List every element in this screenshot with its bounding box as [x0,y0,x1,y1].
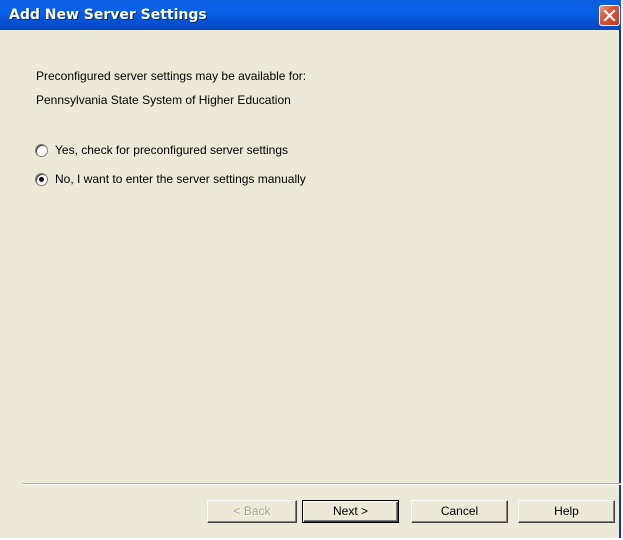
help-button[interactable]: Help [518,500,615,523]
radio-button-no[interactable] [35,173,48,186]
title-bar[interactable]: Add New Server Settings [0,0,621,30]
button-area-divider [23,483,621,485]
back-button[interactable]: < Back [207,500,297,523]
intro-line-1: Preconfigured server settings may be ava… [36,69,307,83]
dialog-body: Preconfigured server settings may be ava… [0,30,621,538]
intro-line-2: Pennsylvania State System of Higher Educ… [36,93,291,107]
radio-button-yes[interactable] [35,144,48,157]
window-title: Add New Server Settings [9,7,207,23]
radio-label-yes[interactable]: Yes, check for preconfigured server sett… [55,143,288,157]
cancel-button[interactable]: Cancel [411,500,508,523]
close-button[interactable] [599,5,620,26]
add-server-settings-dialog: Add New Server Settings Preconfigured se… [0,0,621,538]
next-button[interactable]: Next > [302,500,399,523]
radio-label-no[interactable]: No, I want to enter the server settings … [55,172,306,186]
radio-selected-dot [39,177,44,182]
close-icon [603,9,616,22]
